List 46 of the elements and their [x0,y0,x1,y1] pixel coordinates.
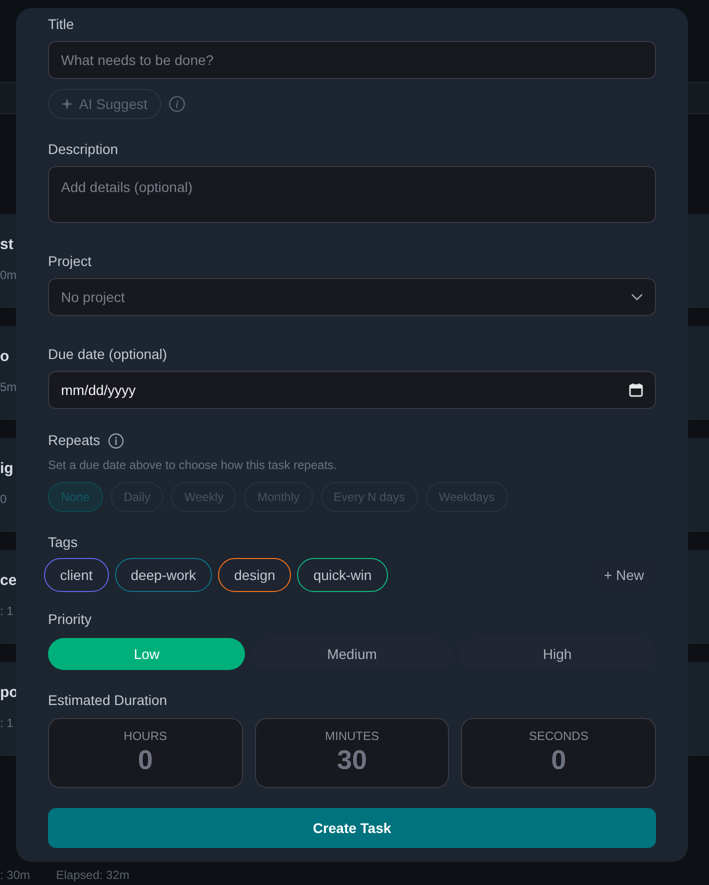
info-icon[interactable] [108,432,124,448]
field-label: Tags [48,534,79,551]
task-meta: 0m [0,268,17,282]
task-meta: : 30m [0,867,30,884]
tag-chip[interactable]: client [44,558,109,592]
duration-unit-label: SECONDS [528,729,588,743]
task-meta: 5m [0,380,17,394]
sparkle-icon [61,98,73,110]
tag-chip[interactable]: quick-win [297,558,388,592]
duration-field[interactable]: HOURS 0 [48,718,243,788]
chevron-down-icon [631,293,643,301]
tag-chip[interactable]: design [218,558,292,592]
field-label: Due date (optional) [48,346,168,363]
task-meta: Elapsed: 32m [56,867,130,884]
date-input[interactable]: mm/dd/yyyy [48,371,656,409]
title-input[interactable]: What needs to be done? [48,41,656,79]
calendar-icon[interactable] [629,383,643,397]
field-label: Title [48,16,75,33]
duration-value: 30 [336,744,368,776]
duration-field[interactable]: MINUTES 30 [254,718,450,788]
duration-unit-label: MINUTES [324,729,379,743]
task-title: ig [0,460,14,478]
priority-option[interactable]: High [458,638,656,670]
description-input[interactable]: Add details (optional) [48,166,656,223]
field-label: Priority [48,611,93,628]
field-label: Project [48,253,93,270]
tag-chip[interactable]: deep-work [114,558,212,592]
duration-field[interactable]: SECONDS 0 [461,718,656,788]
create-task-button[interactable]: Create Task [48,808,656,848]
project-select[interactable]: No project [48,278,656,316]
task-title: o [0,348,10,366]
task-meta: : 1 [0,604,14,618]
field-label: Description [48,141,120,158]
hint-text: Set a due date above to choose how this task repeats. [48,458,338,472]
task-title: st [0,236,14,254]
priority-option[interactable]: Medium [253,638,451,670]
task-meta: 0 [0,492,7,506]
field-label: Repeats [48,432,100,449]
field-label: Estimated Duration [48,692,168,709]
duration-value: 0 [551,744,566,776]
task-meta: : 1 [0,716,14,730]
duration-value: 0 [138,744,153,776]
task-title: ce [0,572,17,590]
duration-unit-label: HOURS [124,729,167,743]
info-icon[interactable] [168,96,184,112]
priority-option[interactable]: Low [48,638,246,670]
